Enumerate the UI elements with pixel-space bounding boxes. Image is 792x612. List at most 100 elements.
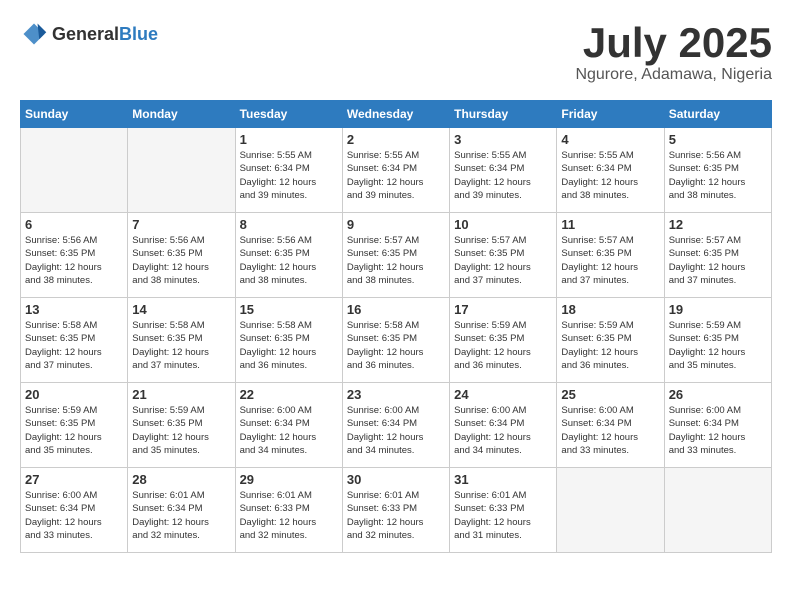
day-info: Sunrise: 5:55 AM Sunset: 6:34 PM Dayligh…	[347, 149, 445, 202]
day-info: Sunrise: 6:00 AM Sunset: 6:34 PM Dayligh…	[240, 404, 338, 457]
calendar-cell: 8 Sunrise: 5:56 AM Sunset: 6:35 PM Daylig…	[235, 213, 342, 298]
day-info: Sunrise: 6:00 AM Sunset: 6:34 PM Dayligh…	[561, 404, 659, 457]
day-info: Sunrise: 5:58 AM Sunset: 6:35 PM Dayligh…	[240, 319, 338, 372]
calendar-table: SundayMondayTuesdayWednesdayThursdayFrid…	[20, 100, 772, 553]
day-info: Sunrise: 5:56 AM Sunset: 6:35 PM Dayligh…	[25, 234, 123, 287]
day-number: 22	[240, 387, 338, 402]
calendar-week-4: 27Sunrise: 6:00 AM Sunset: 6:34 PM Dayli…	[21, 468, 772, 553]
day-info: Sunrise: 5:56 AM Sunset: 6:35 PM Dayligh…	[669, 149, 767, 202]
day-info: Sunrise: 5:59 AM Sunset: 6:35 PM Dayligh…	[132, 404, 230, 457]
calendar-week-2: 13 Sunrise: 5:58 AM Sunset: 6:35 PM Dayli…	[21, 298, 772, 383]
calendar-cell: 12Sunrise: 5:57 AM Sunset: 6:35 PM Dayli…	[664, 213, 771, 298]
day-number: 10	[454, 217, 552, 232]
calendar-cell	[128, 128, 235, 213]
main-title: July 2025	[575, 20, 772, 66]
calendar-cell: 16 Sunrise: 5:58 AM Sunset: 6:35 PM Dayli…	[342, 298, 449, 383]
calendar-cell: 2 Sunrise: 5:55 AM Sunset: 6:34 PM Daylig…	[342, 128, 449, 213]
header-cell-saturday: Saturday	[664, 101, 771, 128]
day-info: Sunrise: 5:55 AM Sunset: 6:34 PM Dayligh…	[454, 149, 552, 202]
day-info: Sunrise: 5:59 AM Sunset: 6:35 PM Dayligh…	[25, 404, 123, 457]
day-number: 28	[132, 472, 230, 487]
day-info: Sunrise: 5:58 AM Sunset: 6:35 PM Dayligh…	[25, 319, 123, 372]
day-number: 25	[561, 387, 659, 402]
day-info: Sunrise: 5:57 AM Sunset: 6:35 PM Dayligh…	[454, 234, 552, 287]
day-number: 26	[669, 387, 767, 402]
calendar-cell: 25 Sunrise: 6:00 AM Sunset: 6:34 PM Dayli…	[557, 383, 664, 468]
day-info: Sunrise: 5:57 AM Sunset: 6:35 PM Dayligh…	[347, 234, 445, 287]
day-info: Sunrise: 5:59 AM Sunset: 6:35 PM Dayligh…	[454, 319, 552, 372]
title-area: July 2025 Ngurore, Adamawa, Nigeria	[575, 20, 772, 84]
calendar-cell: 24Sunrise: 6:00 AM Sunset: 6:34 PM Dayli…	[450, 383, 557, 468]
calendar-cell: 28 Sunrise: 6:01 AM Sunset: 6:34 PM Dayli…	[128, 468, 235, 553]
day-info: Sunrise: 5:56 AM Sunset: 6:35 PM Dayligh…	[240, 234, 338, 287]
day-number: 16	[347, 302, 445, 317]
day-number: 2	[347, 132, 445, 147]
day-info: Sunrise: 5:56 AM Sunset: 6:35 PM Dayligh…	[132, 234, 230, 287]
day-number: 29	[240, 472, 338, 487]
day-info: Sunrise: 6:01 AM Sunset: 6:33 PM Dayligh…	[347, 489, 445, 542]
calendar-cell: 6 Sunrise: 5:56 AM Sunset: 6:35 PM Daylig…	[21, 213, 128, 298]
day-info: Sunrise: 5:57 AM Sunset: 6:35 PM Dayligh…	[669, 234, 767, 287]
calendar-week-1: 6 Sunrise: 5:56 AM Sunset: 6:35 PM Daylig…	[21, 213, 772, 298]
day-number: 31	[454, 472, 552, 487]
day-info: Sunrise: 6:01 AM Sunset: 6:33 PM Dayligh…	[240, 489, 338, 542]
day-number: 30	[347, 472, 445, 487]
calendar-cell: 7Sunrise: 5:56 AM Sunset: 6:35 PM Daylig…	[128, 213, 235, 298]
calendar-cell: 4Sunrise: 5:55 AM Sunset: 6:34 PM Daylig…	[557, 128, 664, 213]
calendar-cell: 23 Sunrise: 6:00 AM Sunset: 6:34 PM Dayli…	[342, 383, 449, 468]
calendar-cell: 20 Sunrise: 5:59 AM Sunset: 6:35 PM Dayli…	[21, 383, 128, 468]
day-number: 3	[454, 132, 552, 147]
day-number: 6	[25, 217, 123, 232]
day-number: 17	[454, 302, 552, 317]
header-cell-tuesday: Tuesday	[235, 101, 342, 128]
calendar-cell: 29 Sunrise: 6:01 AM Sunset: 6:33 PM Dayli…	[235, 468, 342, 553]
calendar-cell: 26Sunrise: 6:00 AM Sunset: 6:34 PM Dayli…	[664, 383, 771, 468]
day-info: Sunrise: 6:00 AM Sunset: 6:34 PM Dayligh…	[347, 404, 445, 457]
day-number: 9	[347, 217, 445, 232]
day-number: 4	[561, 132, 659, 147]
day-info: Sunrise: 5:58 AM Sunset: 6:35 PM Dayligh…	[347, 319, 445, 372]
calendar-cell	[664, 468, 771, 553]
day-info: Sunrise: 5:57 AM Sunset: 6:35 PM Dayligh…	[561, 234, 659, 287]
day-info: Sunrise: 6:00 AM Sunset: 6:34 PM Dayligh…	[454, 404, 552, 457]
day-info: Sunrise: 5:59 AM Sunset: 6:35 PM Dayligh…	[669, 319, 767, 372]
calendar-cell: 1Sunrise: 5:55 AM Sunset: 6:34 PM Daylig…	[235, 128, 342, 213]
calendar-cell: 31 Sunrise: 6:01 AM Sunset: 6:33 PM Dayli…	[450, 468, 557, 553]
calendar-cell: 15 Sunrise: 5:58 AM Sunset: 6:35 PM Dayli…	[235, 298, 342, 383]
calendar-cell: 22 Sunrise: 6:00 AM Sunset: 6:34 PM Dayli…	[235, 383, 342, 468]
logo-text-blue: Blue	[119, 24, 158, 44]
day-number: 27	[25, 472, 123, 487]
day-number: 21	[132, 387, 230, 402]
header-cell-thursday: Thursday	[450, 101, 557, 128]
day-number: 20	[25, 387, 123, 402]
calendar-cell: 5 Sunrise: 5:56 AM Sunset: 6:35 PM Daylig…	[664, 128, 771, 213]
day-number: 23	[347, 387, 445, 402]
day-number: 8	[240, 217, 338, 232]
calendar-cell: 14 Sunrise: 5:58 AM Sunset: 6:35 PM Dayli…	[128, 298, 235, 383]
calendar-cell: 3 Sunrise: 5:55 AM Sunset: 6:34 PM Daylig…	[450, 128, 557, 213]
calendar-cell: 19 Sunrise: 5:59 AM Sunset: 6:35 PM Dayli…	[664, 298, 771, 383]
day-number: 5	[669, 132, 767, 147]
calendar-cell: 18Sunrise: 5:59 AM Sunset: 6:35 PM Dayli…	[557, 298, 664, 383]
calendar-cell: 27Sunrise: 6:00 AM Sunset: 6:34 PM Dayli…	[21, 468, 128, 553]
day-number: 14	[132, 302, 230, 317]
day-number: 19	[669, 302, 767, 317]
logo: GeneralBlue	[20, 20, 158, 48]
logo-icon	[20, 20, 48, 48]
calendar-cell: 11 Sunrise: 5:57 AM Sunset: 6:35 PM Dayli…	[557, 213, 664, 298]
header: GeneralBlue July 2025 Ngurore, Adamawa, …	[20, 20, 772, 84]
day-info: Sunrise: 5:58 AM Sunset: 6:35 PM Dayligh…	[132, 319, 230, 372]
day-info: Sunrise: 6:01 AM Sunset: 6:34 PM Dayligh…	[132, 489, 230, 542]
day-number: 13	[25, 302, 123, 317]
day-number: 18	[561, 302, 659, 317]
day-info: Sunrise: 5:55 AM Sunset: 6:34 PM Dayligh…	[240, 149, 338, 202]
day-number: 11	[561, 217, 659, 232]
calendar-cell: 30 Sunrise: 6:01 AM Sunset: 6:33 PM Dayli…	[342, 468, 449, 553]
calendar-cell: 17 Sunrise: 5:59 AM Sunset: 6:35 PM Dayli…	[450, 298, 557, 383]
day-info: Sunrise: 6:01 AM Sunset: 6:33 PM Dayligh…	[454, 489, 552, 542]
header-cell-friday: Friday	[557, 101, 664, 128]
calendar-cell: 13 Sunrise: 5:58 AM Sunset: 6:35 PM Dayli…	[21, 298, 128, 383]
day-number: 15	[240, 302, 338, 317]
calendar-cell	[21, 128, 128, 213]
calendar-cell	[557, 468, 664, 553]
